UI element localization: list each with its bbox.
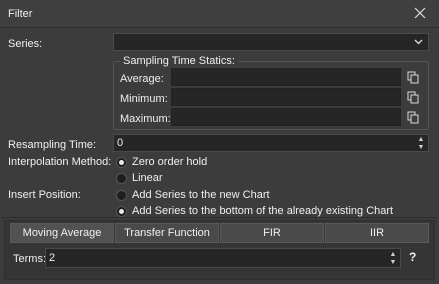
series-dropdown[interactable]: [113, 33, 429, 51]
radio-existing-chart[interactable]: [116, 206, 127, 217]
tab-moving-average[interactable]: Moving Average: [10, 223, 114, 243]
maximum-label: Maximum:: [120, 113, 171, 125]
maximum-field: [171, 108, 401, 126]
window-title: Filter: [8, 8, 33, 20]
copy-icon[interactable]: [407, 111, 419, 124]
copy-icon[interactable]: [407, 91, 419, 104]
insert-position-label: Insert Position:: [8, 189, 81, 201]
help-button[interactable]: ?: [409, 250, 416, 264]
spin-down-icon[interactable]: ▼: [389, 259, 397, 266]
spin-up-icon[interactable]: ▲: [417, 136, 425, 143]
terms-spinbox[interactable]: 2 ▲ ▼: [45, 248, 401, 268]
average-field: [171, 68, 401, 86]
tab-transfer-function[interactable]: Transfer Function: [115, 223, 219, 243]
radio-new-chart[interactable]: [116, 190, 127, 201]
zero-order-hold-label: Zero order hold: [132, 156, 208, 168]
terms-value: 2: [49, 252, 56, 264]
copy-icon[interactable]: [407, 71, 419, 84]
resampling-time-spinbox[interactable]: 0 ▲ ▼: [113, 134, 429, 152]
minimum-label: Minimum:: [120, 93, 168, 105]
average-label: Average:: [120, 73, 164, 85]
minimum-field: [171, 88, 401, 106]
interpolation-method-label: Interpolation Method:: [8, 156, 112, 168]
title-bar: [0, 0, 439, 28]
terms-label: Terms:: [13, 253, 46, 265]
spin-down-icon[interactable]: ▼: [417, 144, 425, 151]
linear-label: Linear: [132, 172, 163, 184]
close-icon[interactable]: [413, 6, 427, 20]
spin-up-icon[interactable]: ▲: [389, 251, 397, 258]
radio-linear[interactable]: [116, 173, 127, 184]
existing-chart-label: Add Series to the bottom of the already …: [132, 205, 394, 217]
new-chart-label: Add Series to the new Chart: [132, 189, 270, 201]
radio-zero-order-hold[interactable]: [116, 157, 127, 168]
divider: [2, 217, 437, 218]
sampling-group-title: Sampling Time Statics:: [120, 55, 238, 67]
chevron-down-icon: [414, 39, 423, 45]
tab-iir[interactable]: IIR: [325, 223, 429, 243]
series-label: Series:: [8, 38, 43, 50]
tab-fir[interactable]: FIR: [220, 223, 324, 243]
resampling-time-label: Resampling Time:: [8, 139, 97, 151]
resampling-time-value: 0: [117, 137, 124, 149]
